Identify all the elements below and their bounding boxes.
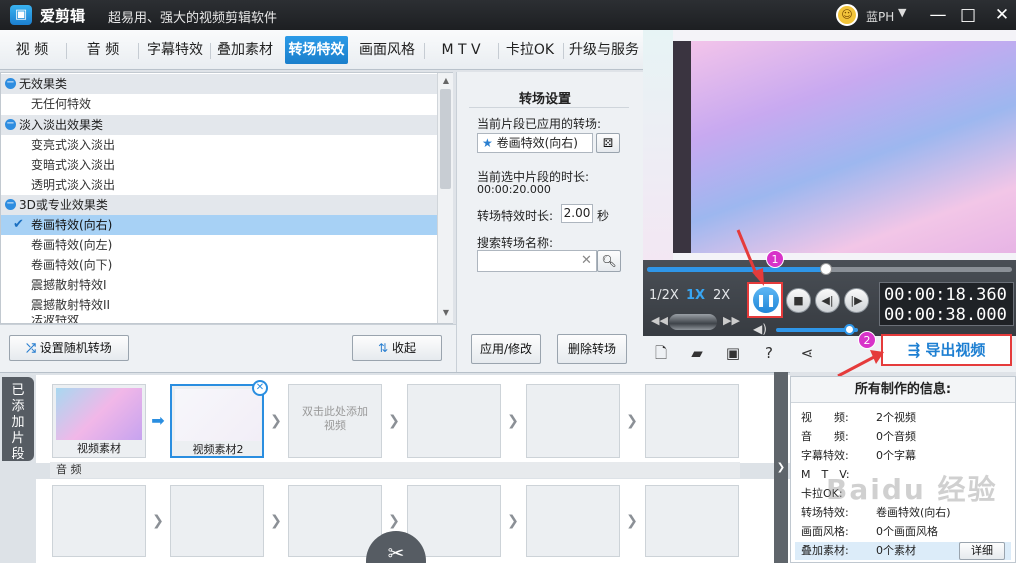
watermark: Baidu 经验 [826, 473, 998, 506]
info-label: 音 频: [801, 430, 849, 443]
empty-audio-slot[interactable] [170, 485, 264, 557]
clip-name: 视频素材 [77, 442, 121, 455]
info-label: 字幕特效: [801, 449, 849, 462]
info-panel-toggle-icon[interactable]: ❯ [774, 372, 788, 563]
info-value: 0个画面风格 [876, 525, 938, 538]
app-window: ▣ 爱剪辑 超易用、强大的视频剪辑软件 ☺ 蓝PH ▼ — □ ✕ 视 频 音 … [0, 0, 1016, 563]
transition-arrow-icon[interactable]: ❯ [268, 413, 284, 429]
clip-thumbnail[interactable]: 视频素材 [52, 384, 146, 458]
info-row-style: 画面风格: 0个画面风格 [801, 523, 1011, 541]
added-clips-tab[interactable]: 已添加片段 [2, 377, 34, 462]
info-row-video: 视 频: 2个视频 [801, 409, 1011, 427]
empty-audio-slot[interactable] [526, 485, 620, 557]
remove-clip-icon[interactable]: ✕ [252, 380, 268, 396]
empty-audio-slot[interactable] [288, 485, 382, 557]
empty-audio-slot[interactable] [645, 485, 739, 557]
clip-image [175, 389, 261, 441]
transition-arrow-icon: ❯ [388, 513, 400, 529]
clip-image [56, 388, 142, 440]
added-clips-label: 已添加片段 [11, 383, 25, 462]
empty-clip-slot[interactable] [526, 384, 620, 458]
detail-button[interactable]: 详细 [959, 542, 1005, 560]
clip-name: 视频素材2 [192, 443, 244, 456]
transition-arrow-icon[interactable]: ❯ [624, 413, 640, 429]
video-track: 视频素材 ➡ 视频素材2 ✕ ❯ 双击此处添加视频 ❯ ❯ ❯ [36, 375, 790, 463]
clip-thumbnail-selected[interactable]: 视频素材2 ✕ [170, 380, 268, 458]
info-label: 画面风格: [801, 525, 849, 538]
annotation-arrow-2 [837, 354, 877, 378]
info-value: 2个视频 [876, 411, 916, 424]
info-title: 所有制作的信息: [791, 377, 1015, 403]
transition-arrow-icon: ❯ [270, 513, 282, 529]
audio-track-header: 音 频 [50, 462, 740, 478]
transition-arrow-icon: ❯ [152, 513, 164, 529]
transition-arrow-icon[interactable]: ❯ [505, 413, 521, 429]
empty-audio-slot[interactable] [52, 485, 146, 557]
transition-arrow-icon[interactable]: ➡ [150, 413, 166, 429]
info-value: 0个素材 [876, 544, 916, 557]
info-value: 0个字幕 [876, 449, 916, 462]
empty-clip-slot[interactable] [645, 384, 739, 458]
info-label: 叠加素材: [801, 544, 849, 557]
empty-clip-slot[interactable] [407, 384, 501, 458]
info-value: 0个音频 [876, 430, 916, 443]
info-row-audio: 音 频: 0个音频 [801, 428, 1011, 446]
annotation-arrow-1 [736, 229, 759, 277]
add-video-hint: 双击此处添加视频 [302, 405, 368, 432]
add-video-slot[interactable]: 双击此处添加视频 [288, 384, 382, 458]
timeline-panel: 已添加片段 视频素材 ➡ 视频素材2 ✕ ❯ 双击此处添加视频 ❯ ❯ ❯ 音 … [0, 372, 790, 563]
transition-arrow-icon: ❯ [626, 513, 638, 529]
info-row-subtitle: 字幕特效: 0个字幕 [801, 447, 1011, 465]
info-label: 视 频: [801, 411, 849, 424]
transition-arrow-icon[interactable]: ❯ [386, 413, 402, 429]
transition-arrow-icon: ❯ [507, 513, 519, 529]
